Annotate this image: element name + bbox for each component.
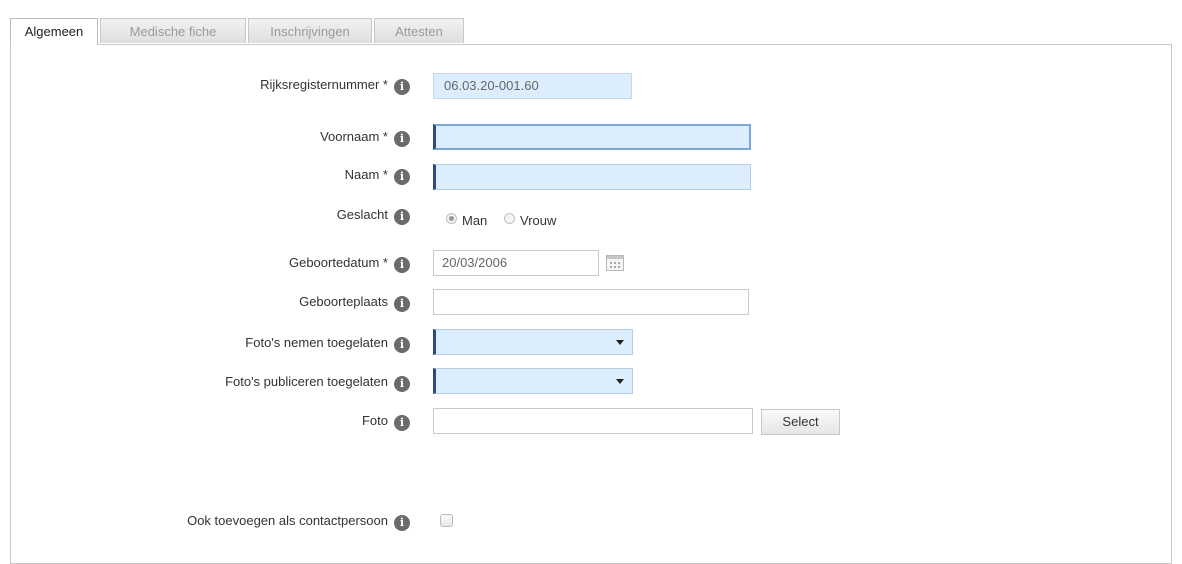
naam-label: Naam * [344,167,388,182]
tab-attesten[interactable]: Attesten [374,18,464,43]
info-icon[interactable]: i [394,337,410,353]
fotos-publiceren-select[interactable] [433,368,633,394]
info-icon[interactable]: i [394,169,410,185]
voornaam-label: Voornaam * [320,129,388,144]
geboorteplaats-input[interactable] [433,289,749,315]
foto-select-button[interactable]: Select [761,409,840,435]
info-icon[interactable]: i [394,79,410,95]
chevron-down-icon [616,379,624,384]
info-icon[interactable]: i [394,209,410,225]
geboortedatum-label: Geboortedatum * [288,255,388,270]
rijksregister-field: 06.03.20-001.60 [433,73,632,99]
tab-algemeen[interactable]: Algemeen [10,18,98,45]
foto-input[interactable] [433,408,753,434]
naam-input[interactable] [433,164,751,190]
geslacht-vrouw-radio[interactable] [504,213,515,224]
info-icon[interactable]: i [394,296,410,312]
geslacht-man-radio[interactable] [446,213,457,224]
info-icon[interactable]: i [394,515,410,531]
geboortedatum-input[interactable]: 20/03/2006 [433,250,599,276]
info-icon[interactable]: i [394,415,410,431]
foto-label: Foto [361,413,388,428]
geslacht-vrouw-label: Vrouw [520,213,557,228]
contactpersoon-checkbox[interactable] [440,514,453,527]
geslacht-man-label: Man [462,213,488,228]
info-icon[interactable]: i [394,131,410,147]
info-icon[interactable]: i [394,257,410,273]
contactpersoon-label: Ook toevoegen als contactpersoon [187,513,388,528]
geboorteplaats-label: Geboorteplaats [299,294,388,309]
tab-medische-fiche[interactable]: Medische fiche [100,18,246,43]
info-icon[interactable]: i [394,376,410,392]
geslacht-label: Geslacht [336,207,388,222]
tab-inschrijvingen[interactable]: Inschrijvingen [248,18,372,43]
rijksregister-label: Rijksregisternummer * [260,77,388,92]
fotos-publiceren-label: Foto's publiceren toegelaten [225,374,388,389]
chevron-down-icon [616,340,624,345]
fotos-nemen-select[interactable] [433,329,633,355]
fotos-nemen-label: Foto's nemen toegelaten [245,335,388,350]
calendar-icon[interactable] [606,255,624,271]
voornaam-input[interactable] [433,124,751,150]
